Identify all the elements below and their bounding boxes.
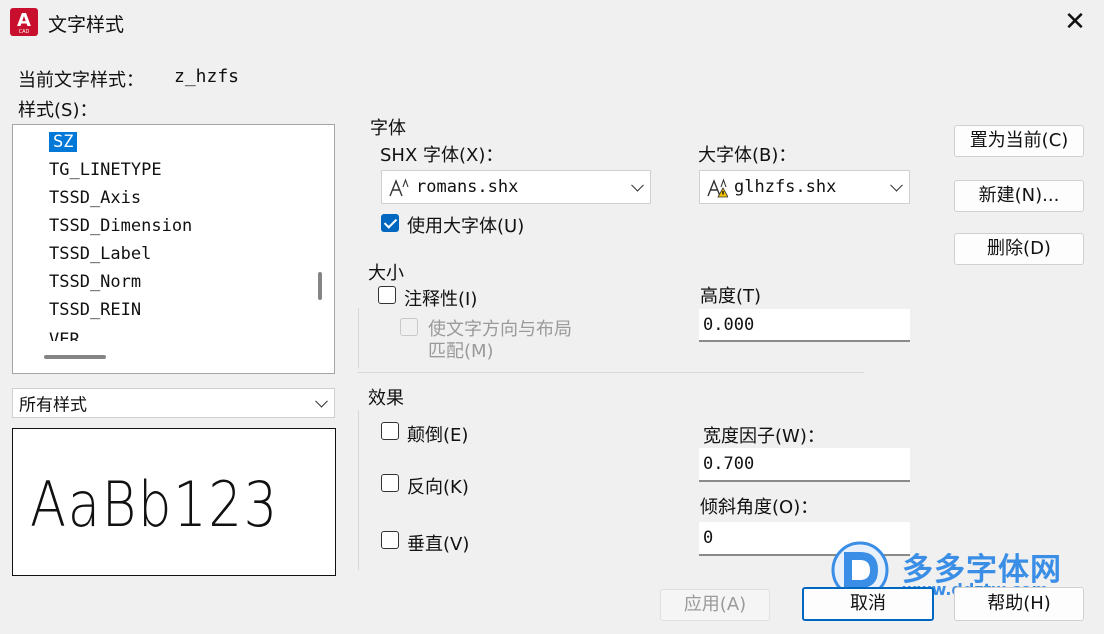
oblique-angle-value: 0 [703,528,714,548]
window-title: 文字样式 [48,14,125,36]
height-value: 0.000 [703,314,755,335]
backwards-label: 反向(K) [407,477,469,498]
annotative-checkbox[interactable] [378,286,396,304]
list-item[interactable]: TSSD_REIN [49,297,141,323]
vertical-checkbox[interactable] [381,531,399,549]
vertical-label: 垂直(V) [407,534,470,555]
big-font-label: 大字体(B)： [698,145,797,166]
close-icon[interactable]: ✕ [1060,8,1090,38]
list-item[interactable]: TSSD_Dimension [49,213,192,239]
use-big-font-checkbox[interactable] [381,214,399,232]
delete-style-button[interactable]: 删除(D) [954,233,1084,265]
font-section-title: 字体 [370,118,406,139]
section-divider [358,372,864,373]
annotative-label: 注释性(I) [404,289,478,310]
list-item[interactable]: TSSD_Norm [49,269,141,295]
styles-listbox[interactable]: SZ TG_LINETYPE TSSD_Axis TSSD_Dimension … [12,124,335,374]
style-filter-select[interactable]: 所有样式 [12,388,335,418]
height-input[interactable]: 0.000 [699,309,910,342]
list-item[interactable]: VER [49,327,80,341]
upside-down-checkbox[interactable] [381,422,399,440]
set-current-button[interactable]: 置为当前(C) [954,125,1084,157]
chevron-down-icon [890,178,903,192]
style-filter-value: 所有样式 [19,395,87,416]
list-item[interactable]: SZ [49,129,78,155]
match-layout-label-line2: 匹配(M) [428,341,494,362]
styles-label: 样式(S)： [18,100,98,121]
size-group-divider [358,308,359,368]
match-layout-checkbox[interactable] [400,318,418,336]
list-item[interactable]: TSSD_Axis [49,185,141,211]
effects-group-divider [358,410,359,570]
width-factor-input[interactable]: 0.700 [699,448,910,482]
backwards-checkbox[interactable] [381,474,399,492]
vertical-scrollbar-thumb[interactable] [318,272,322,300]
shx-font-label: SHX 字体(X)： [380,145,504,166]
upside-down-label: 颠倒(E) [407,425,469,446]
list-item[interactable]: TSSD_Label [49,241,151,267]
apply-button[interactable]: 应用(A) [660,589,770,621]
big-font-warning-icon [707,178,728,198]
big-font-value: glhzfs.shx [734,177,837,197]
width-factor-value: 0.700 [703,454,755,474]
height-label: 高度(T) [700,286,762,307]
effects-section-title: 效果 [368,388,404,409]
title-bar: A CAD 文字样式 ✕ [0,0,1104,48]
list-item[interactable]: TG_LINETYPE [49,157,162,183]
big-font-select[interactable]: glhzfs.shx [699,170,910,204]
shx-font-icon [389,178,409,197]
size-section-title: 大小 [368,263,404,284]
shx-font-value: romans.shx [416,177,519,197]
shx-font-select[interactable]: romans.shx [381,170,651,204]
new-style-button[interactable]: 新建(N)... [954,180,1084,212]
horizontal-scrollbar-thumb[interactable] [44,355,106,359]
current-style-value: z_hzfs [174,66,240,87]
oblique-angle-label: 倾斜角度(O)： [700,497,819,518]
current-style-label: 当前文字样式： [18,70,144,91]
chevron-down-icon [631,178,644,192]
chevron-down-icon [315,394,328,408]
help-button[interactable]: 帮助(H) [954,587,1084,621]
preview-text: AaBb123 [30,468,279,541]
cancel-button[interactable]: 取消 [802,587,934,621]
use-big-font-label: 使用大字体(U) [407,216,525,237]
autocad-app-icon: A CAD [10,8,38,36]
width-factor-label: 宽度因子(W)： [703,426,825,447]
